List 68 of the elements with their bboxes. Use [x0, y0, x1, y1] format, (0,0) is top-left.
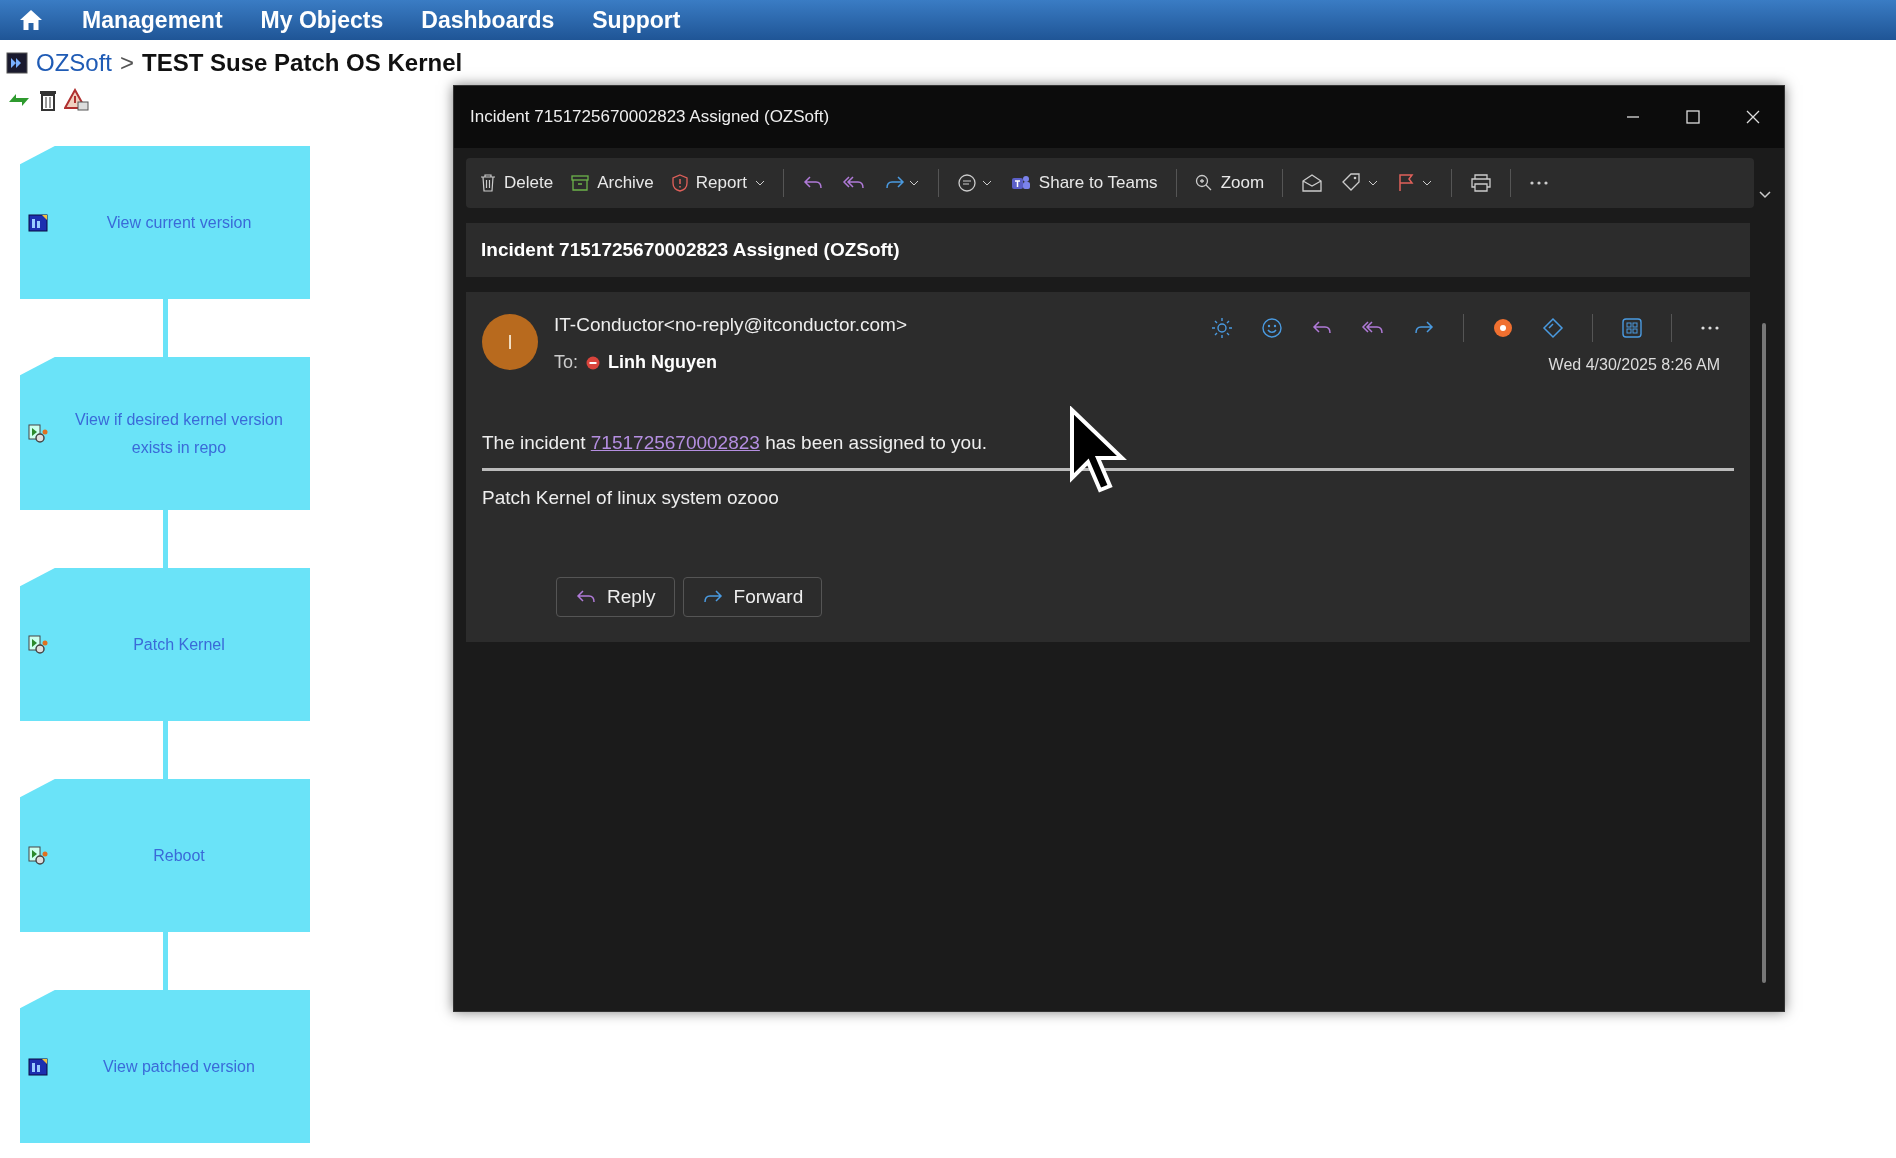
to-label: To: — [554, 352, 578, 373]
process-step-node[interactable]: Patch Kernel — [20, 568, 310, 721]
sun-icon[interactable] — [1211, 317, 1233, 339]
sender-address: IT-Conductor<no-reply@itconductor.com> — [554, 314, 907, 336]
report-icon — [28, 1057, 48, 1076]
archive-box-icon — [571, 175, 590, 191]
scrollbar[interactable] — [1762, 323, 1766, 983]
nav-menu-item[interactable]: Management — [82, 6, 223, 34]
nav-menu-item[interactable]: Dashboards — [421, 6, 555, 34]
warning-icon[interactable] — [64, 88, 90, 112]
reply-arrow-icon — [575, 589, 597, 605]
home-icon[interactable] — [18, 8, 44, 32]
caret-icon — [754, 179, 765, 187]
window-title: Incident 7151725670002823 Assigned (OZSoft) — [470, 107, 830, 127]
addin-icon[interactable] — [1492, 317, 1514, 339]
flag-icon[interactable] — [1397, 173, 1434, 193]
more-icon[interactable] — [1700, 325, 1720, 331]
step-label: Reboot — [153, 845, 205, 866]
sender-avatar: I — [482, 314, 538, 370]
busy-status-icon — [586, 355, 600, 370]
envelope-icon[interactable] — [1301, 173, 1324, 193]
chat-icon[interactable] — [956, 173, 993, 193]
more-icon[interactable] — [1529, 180, 1550, 186]
close-icon[interactable] — [1746, 110, 1760, 124]
process-icon — [6, 52, 28, 74]
step-label: Patch Kernel — [133, 634, 225, 655]
script-gear-icon — [28, 845, 48, 866]
report-icon — [28, 213, 48, 232]
trash-icon — [480, 174, 496, 192]
diamond-icon[interactable] — [1542, 317, 1564, 339]
nav-menu-item[interactable]: Support — [592, 6, 681, 34]
share-to-teams-button[interactable]: Share to Teams — [1010, 173, 1158, 193]
zoom-icon — [1194, 174, 1213, 192]
process-step-node[interactable]: View if desired kernel version exists in repo — [20, 357, 310, 510]
shield-icon — [671, 174, 688, 192]
process-step-node[interactable]: Reboot — [20, 779, 310, 932]
trash-icon[interactable] — [38, 88, 58, 112]
description-text: Patch Kernel of linux system ozooo — [482, 487, 780, 509]
report-button[interactable]: Report — [671, 173, 765, 193]
smiley-icon[interactable] — [1261, 317, 1283, 339]
reply-button[interactable]: Reply — [556, 577, 675, 617]
tag-icon[interactable] — [1341, 173, 1380, 193]
process-step-node[interactable]: View patched version — [20, 990, 310, 1143]
breadcrumb-separator: > — [120, 49, 135, 77]
recipient-name[interactable]: Linh Nguyen — [608, 352, 717, 373]
teams-icon — [1010, 174, 1031, 192]
chevron-down-icon[interactable] — [1758, 190, 1772, 200]
maximize-icon[interactable] — [1686, 110, 1700, 124]
incident-link[interactable]: 7151725670002823 — [590, 432, 760, 453]
breadcrumb-link[interactable]: OZSoft — [36, 49, 113, 77]
forward-button[interactable]: Forward — [682, 577, 823, 617]
page-title: TEST Suse Patch OS Kernel — [142, 49, 463, 77]
script-gear-icon — [28, 634, 48, 655]
forward-arrow-icon — [701, 589, 724, 605]
script-gear-icon — [28, 423, 48, 444]
process-step-node[interactable]: View current version — [20, 146, 310, 299]
apps-icon[interactable] — [1621, 317, 1643, 339]
message-date: Wed 4/30/2025 8:26 AM — [1548, 356, 1720, 374]
step-label: View patched version — [103, 1056, 255, 1077]
step-label: View current version — [106, 212, 252, 233]
zoom-button[interactable]: Zoom — [1194, 173, 1265, 193]
print-icon[interactable] — [1470, 173, 1493, 193]
delete-button[interactable]: Delete — [480, 173, 554, 193]
message-text: The incident 7151725670002823 has been assigned to you. — [482, 432, 988, 454]
archive-button[interactable]: Archive — [571, 173, 654, 193]
step-label: View if desired kernel version exists in repo — [74, 410, 284, 458]
nav-menu-item[interactable]: My Objects — [260, 6, 384, 34]
email-subject: Incident 7151725670002823 Assigned (OZSoft) — [481, 239, 900, 261]
